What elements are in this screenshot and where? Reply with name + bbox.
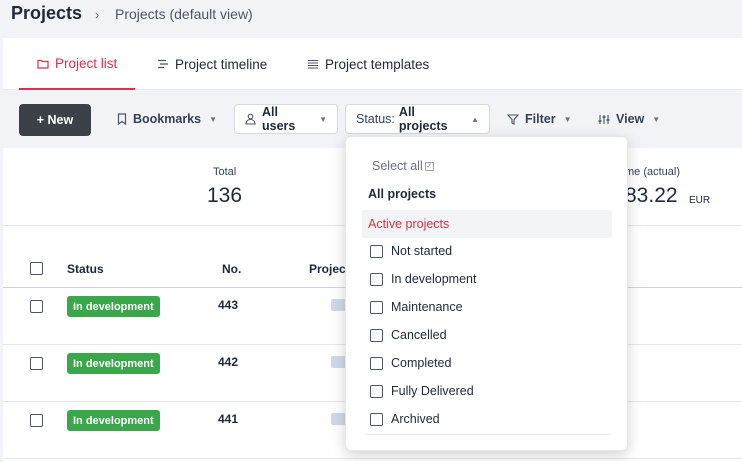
status-option-fully-delivered[interactable]: Fully Delivered <box>370 381 474 401</box>
bookmarks-button[interactable]: Bookmarks ▼ <box>107 104 227 134</box>
caret-down-icon: ▼ <box>319 114 327 124</box>
status-badge: In development <box>67 353 160 374</box>
project-number: 443 <box>218 298 239 312</box>
dropdown-divider <box>366 434 610 435</box>
select-all-option[interactable]: Select all ✓ <box>372 159 434 173</box>
row-checkbox[interactable] <box>30 357 43 370</box>
status-badge: In development <box>67 410 160 431</box>
select-all-rows-checkbox[interactable] <box>30 262 43 275</box>
status-badge: In development <box>67 296 160 317</box>
time-actual-value: 83.22 <box>625 184 678 207</box>
option-checkbox[interactable] <box>370 300 383 314</box>
option-checkbox[interactable] <box>370 384 383 398</box>
caret-down-icon: ▼ <box>209 114 218 124</box>
time-actual-unit: EUR <box>689 195 711 206</box>
list-icon <box>307 59 319 70</box>
row-checkbox[interactable] <box>30 300 43 313</box>
folder-icon <box>37 58 49 69</box>
user-icon <box>245 113 256 125</box>
caret-up-icon: ▲ <box>471 114 479 124</box>
filter-icon <box>507 113 519 125</box>
caret-down-icon: ▼ <box>652 114 661 124</box>
total-value: 136 <box>207 184 243 207</box>
status-option-cancelled[interactable]: Cancelled <box>370 325 447 345</box>
view-button[interactable]: View ▼ <box>588 104 670 134</box>
time-actual-label: me (actual) <box>625 166 681 178</box>
active-projects-option[interactable]: Active projects <box>362 210 612 238</box>
tab-project-timeline[interactable]: Project timeline <box>157 38 267 90</box>
caret-down-icon: ▼ <box>563 114 572 124</box>
check-icon: ✓ <box>424 161 434 171</box>
option-checkbox[interactable] <box>370 328 383 342</box>
option-checkbox[interactable] <box>370 412 383 426</box>
tab-project-templates[interactable]: Project templates <box>307 38 429 90</box>
breadcrumb[interactable]: Projects (default view) <box>115 6 253 22</box>
project-number: 441 <box>218 412 239 426</box>
status-dropdown: Select all ✓ All projects Active project… <box>345 136 628 451</box>
option-checkbox[interactable] <box>370 244 383 258</box>
new-button[interactable]: + New <box>19 104 91 136</box>
option-checkbox[interactable] <box>370 356 383 370</box>
header: Projects › Projects (default view) <box>0 0 742 38</box>
bookmark-icon <box>117 113 127 125</box>
status-option-not-started[interactable]: Not started <box>370 241 452 261</box>
option-checkbox[interactable] <box>370 272 383 286</box>
status-select[interactable]: Status: All projects ▲ <box>345 104 490 134</box>
chevron-right-icon: › <box>95 7 100 22</box>
column-project[interactable]: Projec <box>309 262 346 276</box>
tab-bar: Project list Project timeline Project te… <box>3 38 742 90</box>
row-checkbox[interactable] <box>30 414 43 427</box>
users-select[interactable]: All users ▼ <box>234 104 338 134</box>
project-number: 442 <box>218 355 239 369</box>
sliders-icon <box>598 114 610 125</box>
filter-button[interactable]: Filter ▼ <box>497 104 581 134</box>
status-option-archived[interactable]: Archived <box>370 409 440 429</box>
column-no[interactable]: No. <box>222 262 241 276</box>
total-label: Total <box>213 166 237 178</box>
status-option-maintenance[interactable]: Maintenance <box>370 297 463 317</box>
all-projects-group[interactable]: All projects <box>368 187 436 201</box>
page-title: Projects <box>11 3 83 23</box>
status-option-in-development[interactable]: In development <box>370 269 476 289</box>
status-option-completed[interactable]: Completed <box>370 353 451 373</box>
tab-project-list[interactable]: Project list <box>19 38 136 90</box>
column-status[interactable]: Status <box>67 262 104 276</box>
timeline-icon <box>157 59 169 69</box>
